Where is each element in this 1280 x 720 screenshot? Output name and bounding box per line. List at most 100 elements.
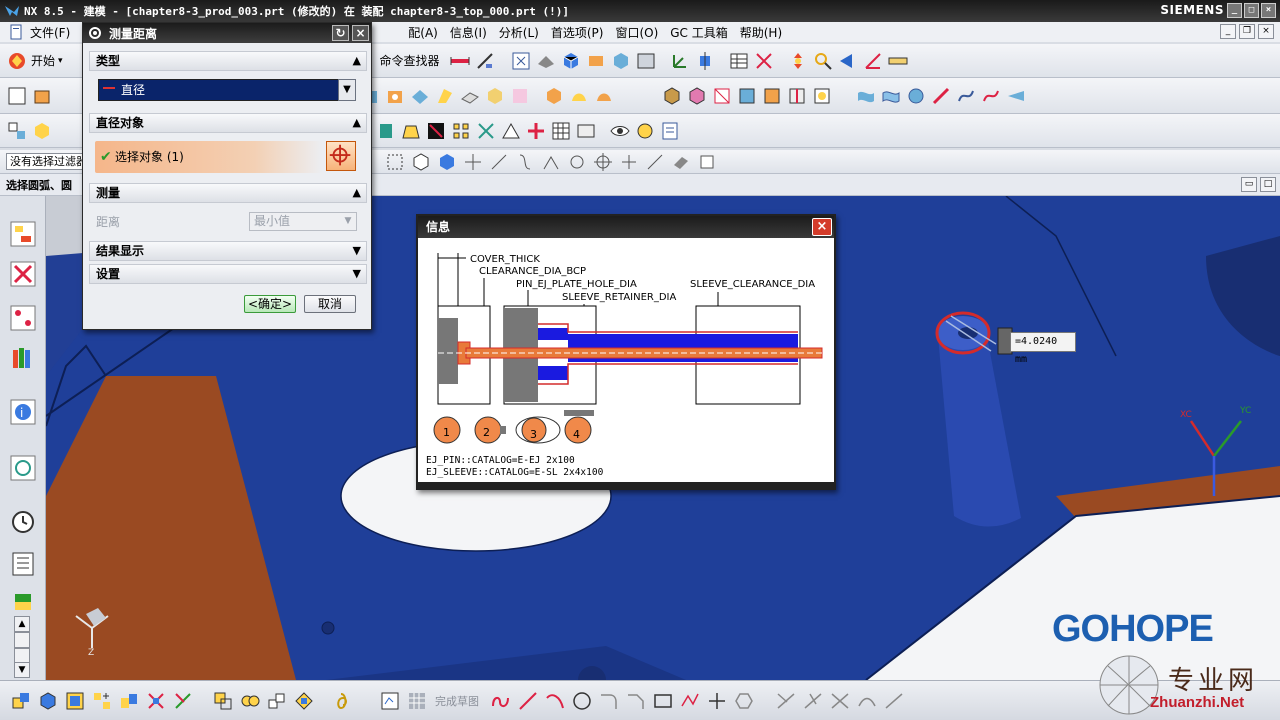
- menu-preferences[interactable]: 首选项(P): [545, 24, 610, 41]
- snap-onpoint-icon[interactable]: [644, 151, 666, 173]
- select-rect-icon[interactable]: [384, 151, 406, 173]
- info-close-button[interactable]: ×: [812, 218, 832, 236]
- maximize-button[interactable]: □: [1244, 3, 1259, 18]
- table-icon[interactable]: [728, 50, 750, 72]
- assembly-icon[interactable]: [10, 690, 32, 712]
- ruler-icon[interactable]: [887, 50, 909, 72]
- constraint-navigator-icon[interactable]: [9, 260, 37, 288]
- point-icon[interactable]: [706, 690, 728, 712]
- mold-wizard-icon[interactable]: [661, 85, 683, 107]
- line-icon[interactable]: [517, 690, 539, 712]
- arc-icon[interactable]: [544, 690, 566, 712]
- fast-extend-icon[interactable]: [802, 690, 824, 712]
- distance-dropdown[interactable]: 最小值 ▼: [249, 212, 357, 231]
- select-solid-icon[interactable]: [410, 151, 432, 173]
- gear-icon[interactable]: [87, 25, 103, 41]
- fast-trim-icon[interactable]: [775, 690, 797, 712]
- extrude-icon[interactable]: [31, 85, 53, 107]
- chevron-down-icon[interactable]: ▼: [338, 79, 356, 101]
- groove-icon[interactable]: [509, 85, 531, 107]
- reuse-library-icon[interactable]: [9, 344, 37, 372]
- menu-assembly[interactable]: 配(A): [402, 24, 444, 41]
- dialog-close-button[interactable]: ×: [352, 25, 369, 41]
- doc-restore-button[interactable]: ❐: [1239, 24, 1255, 39]
- constraint-icon[interactable]: [145, 690, 167, 712]
- assembly-navigator-icon[interactable]: [9, 220, 37, 248]
- section-results[interactable]: 结果显示 ▼: [89, 241, 367, 261]
- replace-face-icon[interactable]: [500, 120, 522, 142]
- menu-gc-toolbox[interactable]: GC 工具箱: [664, 24, 734, 41]
- sew-icon[interactable]: [1005, 85, 1027, 107]
- doc-close-button[interactable]: ×: [1258, 24, 1274, 39]
- eye-icon[interactable]: [609, 120, 631, 142]
- ejector-pin-icon[interactable]: [786, 85, 808, 107]
- snap-center-icon[interactable]: [566, 151, 588, 173]
- refresh-icon[interactable]: [634, 120, 656, 142]
- assembly-constraint-icon[interactable]: [753, 50, 775, 72]
- viewport-maximize-button[interactable]: □: [1260, 177, 1276, 192]
- mirror-icon[interactable]: [475, 120, 497, 142]
- trim-icon[interactable]: [955, 85, 977, 107]
- scroll-up-button[interactable]: ▲: [14, 616, 30, 632]
- cooling-icon[interactable]: [811, 85, 833, 107]
- attach-icon[interactable]: [333, 690, 355, 712]
- pad-icon[interactable]: [459, 85, 481, 107]
- add-component-icon[interactable]: [37, 690, 59, 712]
- unite-icon[interactable]: [543, 85, 565, 107]
- section-measure[interactable]: 测量 ▲: [89, 183, 367, 203]
- minimize-button[interactable]: _: [1227, 3, 1242, 18]
- snap-point-icon[interactable]: [694, 50, 716, 72]
- clearance-icon[interactable]: [239, 690, 261, 712]
- surface-icon[interactable]: [855, 85, 877, 107]
- new-sketch-icon[interactable]: [6, 85, 28, 107]
- crosshair-select-button[interactable]: [326, 141, 356, 171]
- select-body-icon[interactable]: [436, 151, 458, 173]
- intersect-icon[interactable]: [593, 85, 615, 107]
- circle-icon[interactable]: [571, 690, 593, 712]
- view-orient-icon[interactable]: [610, 50, 632, 72]
- standard-part-icon[interactable]: [761, 85, 783, 107]
- swept-icon[interactable]: [905, 85, 927, 107]
- palette-icon[interactable]: [9, 588, 37, 616]
- drawing-icon[interactable]: [575, 120, 597, 142]
- snap-midpoint-icon[interactable]: [488, 151, 510, 173]
- shaded-cube-icon[interactable]: [560, 50, 582, 72]
- cancel-button[interactable]: 取消: [304, 295, 356, 313]
- ok-button[interactable]: <确定>: [244, 295, 296, 313]
- select-filter-icon[interactable]: [696, 151, 718, 173]
- render-style-icon[interactable]: [535, 50, 557, 72]
- section-settings[interactable]: 设置 ▼: [89, 264, 367, 284]
- reset-icon[interactable]: ↻: [332, 25, 349, 41]
- move-component-icon[interactable]: [787, 50, 809, 72]
- mirror-assembly-icon[interactable]: [118, 690, 140, 712]
- select-object-row[interactable]: ✔ 选择对象 (1): [95, 141, 323, 173]
- part-navigator-side-icon[interactable]: [9, 304, 37, 332]
- section-type[interactable]: 类型 ▲: [89, 51, 367, 71]
- finish-sketch-label[interactable]: 完成草图: [435, 693, 479, 709]
- web-browser-icon[interactable]: i: [9, 398, 37, 426]
- clock-icon[interactable]: [9, 508, 37, 536]
- finish-sketch-icon[interactable]: [406, 690, 428, 712]
- polyline-icon[interactable]: [679, 690, 701, 712]
- snap-control-icon[interactable]: [514, 151, 536, 173]
- report-icon[interactable]: [659, 120, 681, 142]
- slot-icon[interactable]: [484, 85, 506, 107]
- profile-icon[interactable]: [490, 690, 512, 712]
- make-corner-icon[interactable]: [829, 690, 851, 712]
- menu-window[interactable]: 窗口(O): [609, 24, 664, 41]
- history-icon[interactable]: [9, 454, 37, 482]
- fillet-icon[interactable]: [598, 690, 620, 712]
- mirror-curve-icon[interactable]: [883, 690, 905, 712]
- menu-help[interactable]: 帮助(H): [734, 24, 788, 41]
- pocket-icon[interactable]: [434, 85, 456, 107]
- array-component-icon[interactable]: [91, 690, 113, 712]
- layer-icon[interactable]: [585, 50, 607, 72]
- doc-minimize-button[interactable]: _: [1220, 24, 1236, 39]
- subtract-icon[interactable]: [568, 85, 590, 107]
- type-dropdown[interactable]: 直径 ▼: [98, 79, 356, 101]
- exploded-view-icon[interactable]: [172, 690, 194, 712]
- scroll-track[interactable]: [14, 632, 30, 648]
- type-filter-dropdown[interactable]: 没有选择过滤器: [6, 153, 86, 170]
- offset-curve-icon[interactable]: [856, 690, 878, 712]
- remove-params-icon[interactable]: [375, 120, 397, 142]
